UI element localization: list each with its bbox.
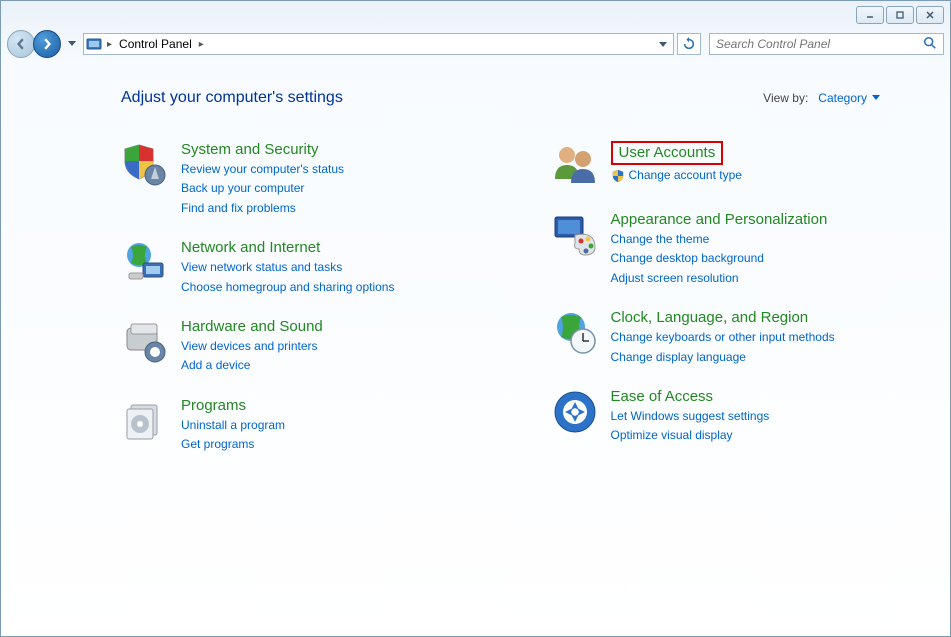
task-link[interactable]: Review your computer's status <box>181 161 344 178</box>
task-link[interactable]: Change display language <box>611 349 835 366</box>
category-hardware-sound: Hardware and Sound View devices and prin… <box>121 318 481 375</box>
page-title: Adjust your computer's settings <box>121 89 343 107</box>
breadcrumb[interactable]: Control Panel <box>117 37 194 51</box>
task-link[interactable]: Let Windows suggest settings <box>611 408 770 425</box>
control-panel-icon <box>86 36 102 52</box>
category-clock-language-region: Clock, Language, and Region Change keybo… <box>551 309 911 366</box>
left-column: System and Security Review your computer… <box>121 141 481 454</box>
forward-button[interactable] <box>33 30 61 58</box>
address-bar[interactable]: ▸ Control Panel ▸ <box>83 33 674 55</box>
right-column: User Accounts <box>551 141 911 454</box>
task-link[interactable]: Back up your computer <box>181 180 344 197</box>
search-icon[interactable] <box>923 36 937 53</box>
control-panel-window: ▸ Control Panel ▸ <box>0 0 951 637</box>
address-dropdown-icon[interactable] <box>659 37 667 51</box>
close-button[interactable] <box>916 6 944 24</box>
chevron-right-icon: ▸ <box>105 39 114 50</box>
task-link[interactable]: Change keyboards or other input methods <box>611 329 835 346</box>
highlighted-category: User Accounts <box>611 141 724 165</box>
view-by-dropdown[interactable]: Category <box>818 91 880 105</box>
task-link[interactable]: Choose homegroup and sharing options <box>181 279 394 296</box>
chevron-right-icon[interactable]: ▸ <box>197 39 206 50</box>
category-title[interactable]: Hardware and Sound <box>181 318 323 336</box>
category-ease-of-access: Ease of Access Let Windows suggest setti… <box>551 388 911 445</box>
hardware-sound-icon <box>121 318 169 366</box>
network-internet-icon <box>121 239 169 287</box>
task-link[interactable]: View devices and printers <box>181 338 323 355</box>
minimize-button[interactable] <box>856 6 884 24</box>
ease-of-access-icon <box>551 388 599 436</box>
category-title[interactable]: Network and Internet <box>181 239 394 257</box>
view-by-label: View by: <box>763 91 808 105</box>
clock-language-region-icon <box>551 309 599 357</box>
programs-icon <box>121 397 169 445</box>
category-user-accounts: User Accounts <box>551 141 911 189</box>
category-title[interactable]: Programs <box>181 397 285 415</box>
category-network-internet: Network and Internet View network status… <box>121 239 481 296</box>
category-title[interactable]: Appearance and Personalization <box>611 211 828 229</box>
maximize-button[interactable] <box>886 6 914 24</box>
navbar: ▸ Control Panel ▸ <box>1 29 950 59</box>
uac-shield-icon <box>611 169 625 183</box>
category-system-security: System and Security Review your computer… <box>121 141 481 217</box>
task-link[interactable]: Change desktop background <box>611 250 828 267</box>
recent-pages-dropdown[interactable] <box>65 30 79 58</box>
task-link[interactable]: Optimize visual display <box>611 427 770 444</box>
category-programs: Programs Uninstall a program Get program… <box>121 397 481 454</box>
category-appearance: Appearance and Personalization Change th… <box>551 211 911 287</box>
system-security-icon <box>121 141 169 189</box>
user-accounts-icon <box>551 141 599 189</box>
task-link[interactable]: Adjust screen resolution <box>611 270 828 287</box>
search-input[interactable] <box>716 37 923 51</box>
view-by-control: View by: Category <box>763 91 880 105</box>
task-link[interactable]: Add a device <box>181 357 323 374</box>
titlebar <box>1 1 950 29</box>
task-link[interactable]: View network status and tasks <box>181 259 394 276</box>
task-link[interactable]: Uninstall a program <box>181 417 285 434</box>
back-button[interactable] <box>7 30 35 58</box>
task-link[interactable]: Change account type <box>611 167 742 184</box>
search-box[interactable] <box>709 33 944 55</box>
category-title[interactable]: System and Security <box>181 141 344 159</box>
task-link[interactable]: Find and fix problems <box>181 200 344 217</box>
task-link[interactable]: Change the theme <box>611 231 828 248</box>
category-title[interactable]: User Accounts <box>619 144 716 161</box>
category-title[interactable]: Ease of Access <box>611 388 770 406</box>
category-title[interactable]: Clock, Language, and Region <box>611 309 835 327</box>
task-link[interactable]: Get programs <box>181 436 285 453</box>
refresh-button[interactable] <box>677 33 701 55</box>
appearance-icon <box>551 211 599 259</box>
content-area: Adjust your computer's settings View by:… <box>1 59 950 474</box>
